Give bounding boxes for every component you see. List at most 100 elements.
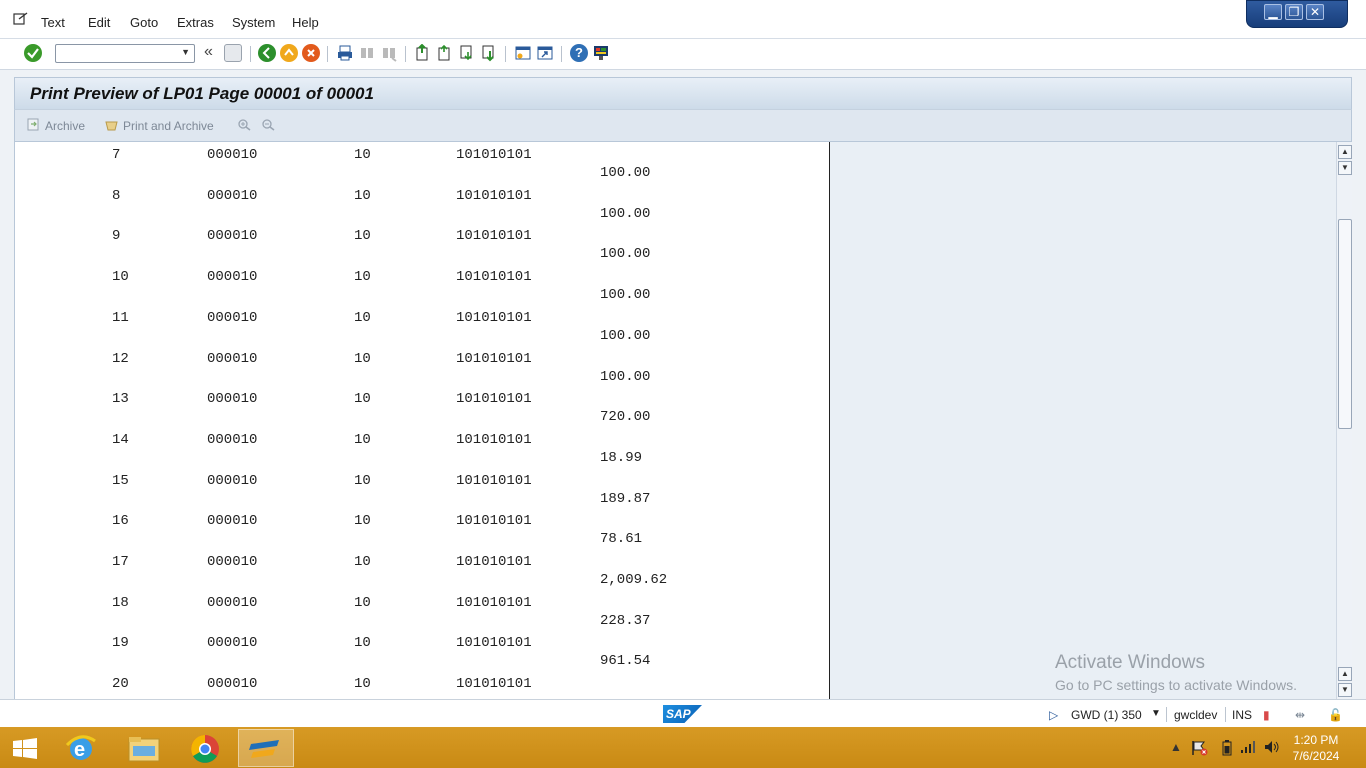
row-account: 101010101 (456, 431, 532, 448)
row-number: 8 (112, 187, 121, 204)
internet-explorer-icon[interactable]: e (57, 729, 105, 767)
restore-icon[interactable]: ❐ (1285, 4, 1303, 20)
menu-text[interactable]: Text (41, 15, 65, 30)
tray-expand-icon[interactable]: ▲ (1170, 740, 1182, 754)
status-separator (1225, 707, 1226, 722)
print-archive-icon (105, 118, 119, 131)
menu-help[interactable]: Help (292, 15, 319, 30)
lock-icon[interactable]: 🔓 (1328, 708, 1343, 722)
windows-start-icon[interactable] (0, 729, 50, 767)
zoom-in-icon[interactable] (237, 118, 251, 131)
print-and-archive-button[interactable]: Print and Archive (123, 119, 214, 133)
row-account: 101010101 (456, 635, 532, 652)
find-icon[interactable] (358, 44, 376, 62)
system-info: GWD (1) 350 (1071, 708, 1142, 722)
scroll-down-icon[interactable]: ▼ (1338, 683, 1352, 697)
customize-layout-icon[interactable] (592, 44, 610, 62)
report-row: 16 000010 10 101010101 78.61 (15, 508, 829, 549)
row-number: 10 (112, 269, 129, 286)
back-icon[interactable] (258, 44, 276, 62)
row-amount: 100.00 (600, 165, 651, 181)
row-quantity: 10 (354, 187, 371, 204)
menu-system[interactable]: System (232, 15, 275, 30)
scroll-down-page-icon[interactable]: ▼ (1338, 161, 1352, 175)
status-expand-icon[interactable]: ▷ (1049, 708, 1058, 722)
standard-toolbar: ▼ « ? (0, 39, 1366, 70)
row-quantity: 10 (354, 513, 371, 530)
close-icon[interactable]: ✕ (1306, 4, 1324, 20)
row-quantity: 10 (354, 391, 371, 408)
volume-icon[interactable] (1264, 740, 1280, 757)
find-next-icon[interactable] (380, 44, 398, 62)
create-session-icon[interactable] (514, 44, 532, 62)
row-account: 101010101 (456, 309, 532, 326)
menu-edit[interactable]: Edit (88, 15, 110, 30)
first-page-icon[interactable] (414, 43, 432, 62)
collapse-command-icon[interactable]: « (204, 43, 213, 61)
server-name: gwcldev (1174, 708, 1218, 722)
row-number: 19 (112, 635, 129, 652)
chrome-icon[interactable] (181, 729, 229, 767)
row-number: 17 (112, 554, 129, 570)
scroll-up-page-icon[interactable]: ▲ (1338, 667, 1352, 681)
row-number: 16 (112, 513, 129, 530)
row-amount: 100.00 (600, 327, 651, 344)
row-account: 101010101 (456, 350, 532, 367)
last-page-icon[interactable] (480, 44, 498, 62)
exit-icon[interactable] (280, 44, 298, 62)
save-icon[interactable] (224, 44, 242, 62)
minimize-icon[interactable]: ▁ (1264, 4, 1282, 20)
network-signal-icon[interactable] (1240, 740, 1256, 757)
vertical-scrollbar[interactable]: ▲ ▼ ▲ ▼ (1336, 142, 1352, 699)
previous-page-icon[interactable] (436, 44, 454, 62)
row-item: 000010 (207, 594, 258, 611)
row-quantity: 10 (354, 350, 371, 367)
row-amount: 100.00 (600, 205, 651, 222)
chevron-down-icon[interactable]: ▼ (181, 47, 190, 57)
row-number: 20 (112, 676, 129, 693)
report-row: 14 000010 10 101010101 18.99 (15, 427, 829, 468)
application-toolbar: Archive Print and Archive (14, 109, 1352, 142)
next-page-icon[interactable] (458, 44, 476, 62)
report-row: 20 000010 10 101010101 (15, 671, 829, 699)
layout-icon[interactable]: ⇹ (1295, 708, 1305, 722)
row-number: 11 (112, 309, 129, 326)
row-item: 000010 (207, 472, 258, 489)
row-quantity: 10 (354, 228, 371, 245)
report-row: 18 000010 10 101010101 228.37 (15, 590, 829, 631)
file-explorer-icon[interactable] (120, 729, 168, 767)
row-account: 101010101 (456, 187, 532, 204)
menu-extras[interactable]: Extras (177, 15, 214, 30)
battery-icon[interactable] (1222, 740, 1232, 759)
archive-button[interactable]: Archive (45, 119, 85, 133)
enter-icon[interactable] (24, 44, 42, 62)
row-quantity: 10 (354, 431, 371, 448)
row-quantity: 10 (354, 269, 371, 286)
system-menu-icon[interactable] (13, 12, 29, 26)
scroll-up-icon[interactable]: ▲ (1338, 145, 1352, 159)
toolbar-separator (405, 46, 406, 62)
shortcut-icon[interactable] (536, 44, 554, 62)
status-bar: SAP ▷ GWD (1) 350 ▼ gwcldev INS ▮ ⇹ 🔓 (0, 699, 1366, 727)
system-info-dropdown-icon[interactable]: ▼ (1151, 708, 1161, 719)
sap-logon-icon[interactable] (238, 729, 294, 767)
row-item: 000010 (207, 676, 258, 693)
row-amount: 100.00 (600, 246, 651, 263)
row-quantity: 10 (354, 635, 371, 652)
report-row: 9 000010 10 101010101 100.00 (15, 223, 829, 264)
help-icon[interactable]: ? (570, 44, 588, 62)
toolbar-separator (561, 46, 562, 62)
print-icon[interactable] (336, 44, 354, 62)
taskbar-clock[interactable]: 1:20 PM 7/6/2024 (1286, 732, 1346, 764)
row-account: 101010101 (456, 391, 532, 408)
row-account: 101010101 (456, 513, 532, 530)
row-amount: 78.61 (600, 531, 643, 548)
action-center-icon[interactable] (1191, 740, 1209, 759)
zoom-out-icon[interactable] (261, 118, 275, 131)
cancel-icon[interactable] (302, 44, 320, 62)
row-amount: 720.00 (600, 409, 651, 426)
command-field[interactable]: ▼ (55, 44, 195, 63)
page-title: Print Preview of LP01 Page 00001 of 0000… (30, 84, 374, 103)
menu-goto[interactable]: Goto (130, 15, 158, 30)
scrollbar-thumb[interactable] (1338, 219, 1352, 429)
